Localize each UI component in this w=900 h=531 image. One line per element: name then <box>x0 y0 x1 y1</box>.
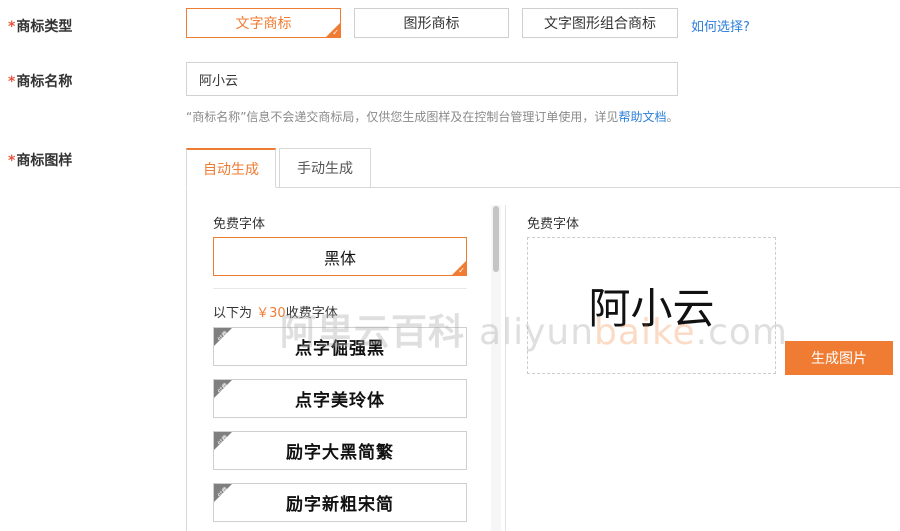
font-option-paid[interactable]: 付费 点字倔强黑 <box>213 327 467 366</box>
scrollbar-thumb[interactable] <box>493 206 499 272</box>
font-option-heiti[interactable]: 黑体 ✓ <box>213 237 467 276</box>
trademark-name-label: *商标名称 <box>8 74 73 90</box>
trademark-pattern-label: *商标图样 <box>8 153 73 169</box>
preview-box: 阿小云 <box>527 237 776 374</box>
panel-border <box>186 188 187 531</box>
generate-image-button[interactable]: 生成图片 <box>785 341 893 375</box>
check-icon: ✓ <box>332 28 339 37</box>
type-option-text[interactable]: 文字商标 ✓ <box>186 8 341 38</box>
check-icon: ✓ <box>458 266 465 275</box>
trademark-type-label: *商标类型 <box>8 19 73 35</box>
paid-price: ￥30 <box>256 306 286 321</box>
font-option-paid[interactable]: 付费 励字新粗宋简 <box>213 483 467 522</box>
panel-divider <box>505 205 506 531</box>
paid-fonts-label: 以下为 ￥30收费字体 <box>213 306 338 321</box>
name-help-text: “商标名称”信息不会递交商标局，仅供您生成图样及在控制台管理订单使用，详见帮助文… <box>186 110 679 124</box>
preview-font-label: 免费字体 <box>527 217 580 232</box>
help-doc-link[interactable]: 帮助文档 <box>618 110 666 124</box>
how-to-choose-link[interactable]: 如何选择? <box>691 16 750 35</box>
preview-text: 阿小云 <box>588 284 715 333</box>
tab-manual-generate[interactable]: 手动生成 <box>279 148 371 188</box>
trademark-name-input[interactable] <box>186 62 678 96</box>
free-fonts-label: 免费字体 <box>213 217 266 232</box>
tab-auto-generate[interactable]: 自动生成 <box>186 148 276 188</box>
font-option-paid[interactable]: 付费 励字大黑简繁 <box>213 431 467 470</box>
font-divider <box>213 288 467 289</box>
type-option-graphic[interactable]: 图形商标 <box>354 8 509 38</box>
font-option-paid[interactable]: 付费 点字美玲体 <box>213 379 467 418</box>
type-option-combined[interactable]: 文字图形组合商标 <box>522 8 678 38</box>
